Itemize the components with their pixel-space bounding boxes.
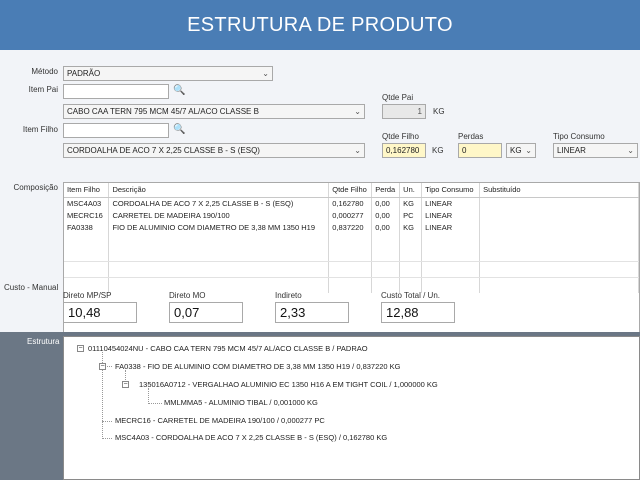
- chevron-down-icon: ⌄: [627, 146, 634, 155]
- search-icon[interactable]: 🔍: [173, 85, 185, 97]
- indireto-label: Indireto: [275, 291, 302, 300]
- custo-total-label: Custo Total / Un.: [381, 291, 440, 300]
- tree-line: [102, 421, 112, 422]
- perdas-input[interactable]: 0: [458, 143, 502, 158]
- table-row[interactable]: FA0338 FIO DE ALUMINIO COM DIAMETRO DE 3…: [64, 221, 639, 233]
- table-header-row: Item Filho Descrição Qtde Filho Perda Un…: [64, 183, 639, 198]
- grid-row-line: [64, 277, 639, 278]
- cell-desc: FIO DE ALUMINIO COM DIAMETRO DE 3,38 MM …: [108, 221, 330, 233]
- cell-subst: [479, 209, 639, 221]
- cell-subst: [479, 197, 639, 209]
- tree-collapse-icon[interactable]: −: [99, 363, 106, 370]
- qtde-pai-label: Qtde Pai: [382, 93, 414, 102]
- tree-node[interactable]: FA0338 - FIO DE ALUMINIO COM DIAMETRO DE…: [115, 362, 401, 372]
- cell-item: FA0338: [64, 221, 110, 233]
- cell-item: MECRC16: [64, 209, 110, 221]
- metodo-label: Método: [31, 67, 58, 76]
- empty-row: [64, 233, 639, 245]
- qtde-pai-unit: KG: [433, 107, 445, 116]
- tree-collapse-icon[interactable]: −: [77, 345, 84, 352]
- column-header[interactable]: Tipo Consumo: [421, 183, 481, 198]
- column-header[interactable]: Substituído: [479, 183, 639, 198]
- qtde-pai-field: 1: [382, 104, 426, 119]
- cell-perda: 0,00: [371, 221, 401, 233]
- page-title: ESTRUTURA DE PRODUTO: [0, 0, 640, 50]
- empty-row: [64, 245, 639, 257]
- tree-node-root[interactable]: 01110454024NU - CABO CAA TERN 795 MCM 45…: [88, 344, 368, 354]
- chevron-down-icon: ⌄: [525, 146, 532, 155]
- cell-item: MSC4A03: [64, 197, 110, 209]
- custo-label: Custo - Manual: [4, 283, 59, 292]
- cell-qtde: 0,162780: [328, 197, 373, 209]
- cell-un: PC: [399, 209, 423, 221]
- cell-perda: 0,00: [371, 197, 401, 209]
- qtde-filho-input[interactable]: 0,162780: [382, 143, 426, 158]
- column-header[interactable]: Item Filho: [64, 183, 110, 198]
- composicao-grid: Item Filho Descrição Qtde Filho Perda Un…: [63, 182, 640, 338]
- custo-total-field: 12,88: [381, 302, 455, 323]
- item-pai-label: Item Pai: [28, 85, 58, 94]
- item-filho-input[interactable]: [63, 123, 169, 138]
- item-filho-label: Item Filho: [22, 125, 58, 134]
- tree-collapse-icon[interactable]: −: [122, 381, 129, 388]
- tree-line: [148, 403, 162, 404]
- empty-row: [64, 269, 639, 281]
- direto-mp-label: Direto MP/SP: [63, 291, 112, 300]
- search-icon[interactable]: 🔍: [173, 124, 185, 136]
- cell-un: KG: [399, 197, 423, 209]
- estrutura-label: Estrutura: [27, 337, 60, 346]
- item-pai-input[interactable]: [63, 84, 169, 99]
- direto-mp-field[interactable]: 10,48: [63, 302, 137, 323]
- empty-row: [64, 257, 639, 269]
- tree-node[interactable]: 135016A0712 - VERGALHAO ALUMINIO EC 1350…: [139, 380, 438, 390]
- tipo-consumo-label: Tipo Consumo: [553, 132, 605, 141]
- metodo-select[interactable]: PADRÃO ⌄: [63, 66, 273, 81]
- cell-perda: 0,00: [371, 209, 401, 221]
- cell-qtde: 0,000277: [328, 209, 373, 221]
- column-header[interactable]: Descrição: [108, 183, 330, 198]
- tree-node[interactable]: MMLMMA5 - ALUMINIO TIBAL / 0,001000 KG: [164, 398, 318, 408]
- cell-desc: CARRETEL DE MADEIRA 190/100: [108, 209, 330, 221]
- chevron-down-icon: ⌄: [354, 146, 361, 155]
- column-header[interactable]: Un.: [399, 183, 423, 198]
- cell-tipo: LINEAR: [421, 221, 481, 233]
- cell-subst: [479, 221, 639, 233]
- metodo-value: PADRÃO: [67, 69, 101, 78]
- perdas-label: Perdas: [458, 132, 484, 141]
- chevron-down-icon: ⌄: [354, 107, 361, 116]
- column-header[interactable]: Qtde Filho: [328, 183, 373, 198]
- column-header[interactable]: Perda: [371, 183, 401, 198]
- table-row[interactable]: MECRC16 CARRETEL DE MADEIRA 190/100 0,00…: [64, 209, 639, 221]
- item-pai-desc-select[interactable]: CABO CAA TERN 795 MCM 45/7 AL/ACO CLASSE…: [63, 104, 365, 119]
- direto-mo-label: Direto MO: [169, 291, 206, 300]
- form-panel: Método PADRÃO ⌄ Item Pai 🔍 Qtde Pai CABO…: [0, 50, 640, 338]
- cell-desc: CORDOALHA DE ACO 7 X 2,25 CLASSE B - S (…: [108, 197, 330, 209]
- grid-row-line: [64, 261, 639, 262]
- qtde-filho-unit: KG: [432, 146, 444, 155]
- estrutura-panel: Estrutura − 01110454024NU - CABO CAA TER…: [0, 332, 640, 480]
- chevron-down-icon: ⌄: [262, 69, 269, 78]
- estrutura-tree[interactable]: − 01110454024NU - CABO CAA TERN 795 MCM …: [63, 336, 640, 480]
- item-filho-desc-select[interactable]: CORDOALHA DE ACO 7 X 2,25 CLASSE B - S (…: [63, 143, 365, 158]
- item-pai-desc: CABO CAA TERN 795 MCM 45/7 AL/ACO CLASSE…: [67, 107, 259, 116]
- indireto-field[interactable]: 2,33: [275, 302, 349, 323]
- cell-un: KG: [399, 221, 423, 233]
- tree-node[interactable]: MSC4A03 - CORDOALHA DE ACO 7 X 2,25 CLAS…: [115, 433, 387, 443]
- qtde-filho-label: Qtde Filho: [382, 132, 419, 141]
- cell-tipo: LINEAR: [421, 209, 481, 221]
- tipo-consumo-select[interactable]: LINEAR ⌄: [553, 143, 638, 158]
- table-row[interactable]: MSC4A03 CORDOALHA DE ACO 7 X 2,25 CLASSE…: [64, 197, 639, 209]
- perdas-unit: KG: [510, 146, 522, 155]
- perdas-unit-select[interactable]: KG ⌄: [506, 143, 536, 158]
- empty-row: [64, 281, 639, 293]
- cell-qtde: 0,837220: [328, 221, 373, 233]
- direto-mo-field[interactable]: 0,07: [169, 302, 243, 323]
- composicao-label: Composição: [13, 183, 58, 192]
- tree-line: [102, 438, 112, 439]
- tree-line: [148, 388, 149, 404]
- cell-tipo: LINEAR: [421, 197, 481, 209]
- item-filho-desc: CORDOALHA DE ACO 7 X 2,25 CLASSE B - S (…: [67, 146, 260, 155]
- tipo-consumo-value: LINEAR: [557, 146, 586, 155]
- tree-node[interactable]: MECRC16 - CARRETEL DE MADEIRA 190/100 / …: [115, 416, 325, 426]
